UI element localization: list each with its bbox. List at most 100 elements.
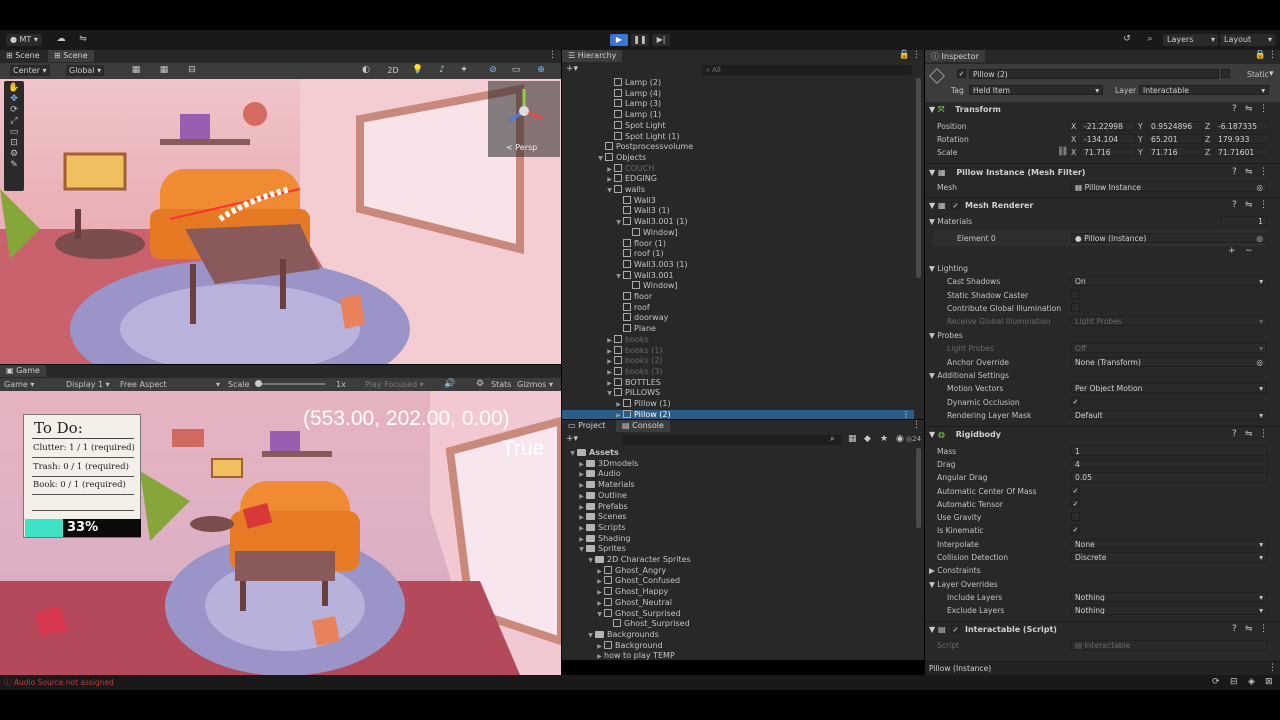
script-enabled-checkbox[interactable]: ✓ bbox=[951, 625, 960, 634]
more-icon[interactable]: ⋮ bbox=[1268, 663, 1277, 674]
project-item[interactable]: ▼ Ghost_Surprised bbox=[562, 608, 914, 620]
cache-icon[interactable]: ⊟ bbox=[1230, 677, 1238, 688]
rotation-y-field[interactable]: 65.201 bbox=[1147, 134, 1203, 144]
transform-tool-icon[interactable]: ⊡ bbox=[4, 138, 24, 149]
rigidbody-header[interactable]: ▼ ◍ Rigidbody bbox=[929, 430, 1001, 439]
help-icon[interactable]: ? bbox=[1232, 624, 1237, 635]
component-menu-icon[interactable]: ⋮ bbox=[1259, 429, 1268, 440]
scale-x-field[interactable]: 71.716 bbox=[1080, 147, 1136, 157]
pause-button[interactable]: ❚❚ bbox=[631, 34, 649, 46]
static-checkbox[interactable] bbox=[1221, 69, 1230, 78]
game-viewport[interactable]: (553.00, 202.00, 0.00) True To Do: Clutt… bbox=[0, 391, 561, 675]
hierarchy-item[interactable]: ▼ PILLOWS bbox=[562, 388, 914, 399]
active-checkbox[interactable]: ✓ bbox=[957, 69, 966, 78]
meshfilter-header[interactable]: ▼ ▦ Pillow Instance (Mesh Filter) bbox=[929, 168, 1085, 177]
project-item[interactable]: ▶ Audio bbox=[562, 469, 914, 480]
mass-field[interactable]: 1 bbox=[1071, 446, 1267, 456]
project-item[interactable]: ▶ Prefabs bbox=[562, 502, 914, 513]
favorite-icon[interactable]: ★ bbox=[880, 434, 888, 445]
hierarchy-item[interactable]: ▶ books bbox=[562, 334, 914, 346]
rotation-x-field[interactable]: -134.104 bbox=[1080, 134, 1136, 144]
additional-settings-foldout[interactable]: ▼ Additional Settings bbox=[929, 371, 1009, 380]
static-shadow-caster-checkbox[interactable] bbox=[1071, 290, 1080, 299]
hierarchy-item[interactable]: Plane bbox=[562, 324, 914, 335]
contribute-gi-checkbox[interactable] bbox=[1071, 303, 1080, 312]
hierarchy-item[interactable]: doorway bbox=[562, 313, 914, 324]
progress-icon[interactable]: ⟳ bbox=[1212, 677, 1220, 688]
component-menu-icon[interactable]: ⋮ bbox=[1259, 167, 1268, 178]
more-icon[interactable]: ⋮ bbox=[548, 50, 557, 61]
is-kinematic-checkbox[interactable]: ✓ bbox=[1071, 525, 1080, 534]
object-picker-icon[interactable]: ◎ bbox=[1256, 358, 1263, 366]
position-x-field[interactable]: -21.22998 bbox=[1080, 121, 1136, 131]
search-icon[interactable]: ⌕ bbox=[1143, 34, 1157, 45]
hierarchy-item[interactable]: roof (1) bbox=[562, 249, 914, 260]
rendering-layer-mask-dropdown[interactable]: Default ▾ bbox=[1071, 410, 1267, 420]
project-item[interactable]: ▶ Materials bbox=[562, 480, 914, 491]
play-focused-dropdown[interactable]: Play Focused ▾ bbox=[365, 378, 424, 391]
object-name-field[interactable]: Pillow (2) bbox=[969, 69, 1219, 79]
angular-drag-field[interactable]: 0.05 bbox=[1071, 472, 1267, 482]
2d-toggle[interactable]: 2D bbox=[385, 65, 401, 76]
history-icon[interactable]: ↺ bbox=[1120, 34, 1134, 45]
hierarchy-item[interactable]: Spot Light (1) bbox=[562, 131, 914, 143]
hidden-objects-icon[interactable]: ⊘ bbox=[487, 65, 499, 76]
view-dropdown[interactable]: Game ▾ bbox=[4, 378, 34, 391]
custom-tool-icon[interactable]: ⚙ bbox=[4, 149, 24, 160]
play-button[interactable]: ▶ bbox=[610, 34, 628, 46]
component-menu-icon[interactable]: ⋮ bbox=[1259, 200, 1268, 211]
settings-icon[interactable]: ⚙ bbox=[476, 379, 484, 390]
dynamic-occlusion-checkbox[interactable]: ✓ bbox=[1071, 397, 1080, 406]
component-menu-icon[interactable]: ⋮ bbox=[1259, 104, 1268, 115]
audio-icon[interactable]: ♪ bbox=[436, 65, 448, 76]
project-item[interactable]: ▶ Scenes bbox=[562, 512, 914, 523]
tab-game[interactable]: ▣ Game bbox=[0, 365, 46, 377]
hierarchy-item[interactable]: ▼ Wall3.001 bbox=[562, 270, 914, 282]
position-y-field[interactable]: 0.9524896 bbox=[1147, 121, 1203, 131]
account-button[interactable]: ● MT ▾ bbox=[6, 34, 42, 46]
lighting-foldout[interactable]: ▼ Lighting bbox=[929, 264, 968, 273]
hierarchy-item[interactable]: Spot Light bbox=[562, 120, 914, 132]
interpolate-dropdown[interactable]: None ▾ bbox=[1071, 539, 1267, 549]
transform-header[interactable]: ▼ ⤧ Transform bbox=[929, 105, 1001, 115]
link-scale-icon[interactable]: ⛓ bbox=[1057, 147, 1068, 158]
rect-tool-icon[interactable]: ▭ bbox=[4, 127, 24, 138]
search-icon[interactable]: ⌕ bbox=[830, 434, 835, 445]
auto-center-of-mass-checkbox[interactable]: ✓ bbox=[1071, 486, 1080, 495]
use-gravity-checkbox[interactable] bbox=[1071, 512, 1080, 521]
auto-tensor-checkbox[interactable]: ✓ bbox=[1071, 499, 1080, 508]
hierarchy-item[interactable]: Lamp (4) bbox=[562, 88, 914, 100]
cast-shadows-dropdown[interactable]: On ▾ bbox=[1071, 276, 1267, 286]
help-icon[interactable]: ? bbox=[1232, 200, 1237, 211]
gizmos-button[interactable]: Gizmos ▾ bbox=[517, 378, 553, 391]
hierarchy-item[interactable]: Lamp (2) bbox=[562, 78, 914, 89]
debug-icon[interactable]: ◈ bbox=[1248, 677, 1255, 688]
scale-z-field[interactable]: 71.71601 bbox=[1214, 147, 1270, 157]
material-field[interactable]: ● Pillow (Instance) ◎ bbox=[1071, 233, 1267, 243]
filter-type-icon[interactable]: ▦ bbox=[848, 434, 857, 445]
hierarchy-item[interactable]: Window] bbox=[562, 227, 914, 239]
stats-button[interactable]: Stats bbox=[491, 378, 511, 391]
expand-toggle-icon[interactable]: ▶ bbox=[595, 652, 604, 660]
project-item[interactable]: ▶ Ghost_Neutral bbox=[562, 597, 914, 609]
snap-icon[interactable]: ⊟ bbox=[186, 65, 198, 76]
collab-icon[interactable]: ⇋ bbox=[77, 34, 89, 45]
hierarchy-item[interactable]: ▶ BOTTLES bbox=[562, 377, 914, 389]
hierarchy-item[interactable]: ▼ walls bbox=[562, 185, 914, 196]
collision-detection-dropdown[interactable]: Discrete ▾ bbox=[1071, 552, 1267, 562]
component-menu-icon[interactable]: ⋮ bbox=[1259, 624, 1268, 635]
hierarchy-item[interactable]: Lamp (3) bbox=[562, 99, 914, 110]
hierarchy-item[interactable]: ▼ Objects bbox=[562, 152, 914, 164]
help-icon[interactable]: ? bbox=[1232, 104, 1237, 115]
object-picker-icon[interactable]: ◎ bbox=[1256, 183, 1263, 191]
scene-gizmo[interactable]: < Persp bbox=[488, 81, 560, 157]
pen-tool-icon[interactable]: ✎ bbox=[4, 160, 24, 171]
hierarchy-item[interactable]: Postprocessvolume bbox=[562, 142, 914, 153]
exclude-layers-dropdown[interactable]: Nothing ▾ bbox=[1071, 605, 1267, 615]
project-scrollbar[interactable] bbox=[916, 448, 921, 528]
pivot-dropdown[interactable]: Center ▾ bbox=[10, 65, 50, 76]
aspect-dropdown[interactable]: Free Aspect ▾ bbox=[120, 378, 220, 391]
probes-foldout[interactable]: ▼ Probes bbox=[929, 331, 963, 340]
hierarchy-item[interactable]: ▶ Pillow (1) bbox=[562, 399, 914, 410]
hierarchy-item[interactable]: ▼ Wall3.001 (1) bbox=[562, 217, 914, 228]
